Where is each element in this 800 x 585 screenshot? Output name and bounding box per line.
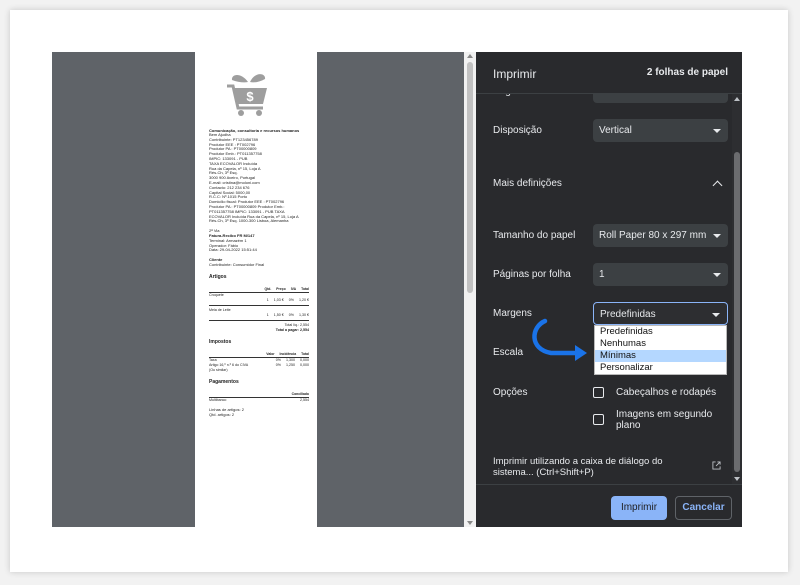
receipt-article-row: Croquete 1 1,03 € 0% 1,20 € xyxy=(209,293,309,303)
col-conciliado: Conciliado xyxy=(292,392,309,396)
payment-name: Multibanco xyxy=(209,398,226,403)
col-incidencia: Incidência xyxy=(280,352,297,356)
options-label: Opções xyxy=(493,387,527,398)
background-graphics-checkbox[interactable] xyxy=(593,414,604,425)
margins-dropdown-list: Predefinidas Nenhumas Mínimas Personaliz… xyxy=(594,325,727,375)
article-name: Meia de Leite xyxy=(209,308,231,313)
dropdown-caret-icon xyxy=(713,273,721,277)
col-qty: Qtd. xyxy=(265,287,272,291)
margins-option-none[interactable]: Nenhumas xyxy=(595,338,726,350)
paper-size-select[interactable]: Roll Paper 80 x 297 mm xyxy=(593,224,728,247)
dropdown-caret-icon xyxy=(713,234,721,238)
background-graphics-label[interactable]: Imagens em segundo plano xyxy=(616,409,721,431)
article-price: 1,50 € xyxy=(274,313,284,318)
receipt-tax-row: Artigo 16,º n.º 6 do CIVA (Ou similar) 0… xyxy=(209,363,309,373)
pages-per-sheet-label: Páginas por folha xyxy=(493,269,571,280)
col-total: Total xyxy=(301,352,309,356)
receipt-footer-line: Qtd. artigos: 2 xyxy=(209,413,309,418)
cancel-button[interactable]: Cancelar xyxy=(675,496,732,520)
pages-per-sheet-select-value: 1 xyxy=(599,269,605,280)
svg-text:$: $ xyxy=(246,89,254,104)
chevron-up-icon[interactable] xyxy=(713,181,723,191)
dialog-footer: Imprimir Cancelar xyxy=(476,484,742,527)
article-qty: 1 xyxy=(267,298,269,303)
article-iva: 0% xyxy=(289,313,294,318)
article-iva: 0% xyxy=(289,298,294,303)
dialog-header: Imprimir 2 folhas de papel xyxy=(476,52,742,94)
cart-logo-icon: $ xyxy=(223,68,273,118)
receipt-client-value: Contribuinte: Consumidor Final xyxy=(209,263,309,268)
article-name: Croquete xyxy=(209,293,224,298)
receipt-page: $ Comunicação, consultoria e recursos hu… xyxy=(195,52,317,527)
tax-inc: 1,250 xyxy=(286,363,295,373)
receipt-meta-lines: Terminal: Armazém 1Operador: FábioData: … xyxy=(209,239,309,253)
preview-scrollbar[interactable] xyxy=(464,52,476,527)
scale-label: Escala xyxy=(493,347,523,358)
receipt-header-lines: Bem AjudhaContribuinte: PT123456789Produ… xyxy=(209,133,309,224)
receipt-articles-title: Artigos xyxy=(209,274,309,280)
scrollbar-thumb[interactable] xyxy=(467,62,473,293)
col-valor: Valor xyxy=(266,352,274,356)
margins-select[interactable]: Predefinidas xyxy=(593,302,728,325)
print-settings-panel: Imprimir 2 folhas de papel Páginas Tudo … xyxy=(476,52,742,527)
margins-option-minimum[interactable]: Mínimas xyxy=(595,350,726,362)
paper-size-select-value: Roll Paper 80 x 297 mm xyxy=(599,230,706,241)
tax-name: Artigo 16,º n.º 6 do CIVA (Ou similar) xyxy=(209,363,254,373)
dropdown-caret-icon xyxy=(713,129,721,133)
print-button[interactable]: Imprimir xyxy=(611,496,667,520)
receipt-payments-header: Conciliado xyxy=(209,389,309,398)
col-iva: IVA xyxy=(291,287,296,291)
sheet-count: 2 folhas de papel xyxy=(647,67,728,78)
headers-footers-checkbox[interactable] xyxy=(593,387,604,398)
tax-total: 0,000 xyxy=(300,363,309,373)
more-settings-toggle[interactable]: Mais definições xyxy=(493,178,562,189)
receipt-taxes-header: Valor Incidência Total xyxy=(209,349,309,358)
layout-label: Disposição xyxy=(493,125,542,136)
scroll-down-icon[interactable] xyxy=(467,521,473,525)
tax-pct: 0% xyxy=(276,363,281,373)
receipt-total-pay: Total a pagar: 2,554 xyxy=(209,328,309,333)
payment-value: 2,554 xyxy=(300,398,309,403)
paper-size-label: Tamanho do papel xyxy=(493,230,575,241)
scrollbar-thumb[interactable] xyxy=(734,152,740,472)
pages-per-sheet-select[interactable]: 1 xyxy=(593,263,728,286)
layout-select[interactable]: Vertical xyxy=(593,119,728,142)
col-price: Preço xyxy=(276,287,285,291)
receipt-payments-title: Pagamentos xyxy=(209,379,309,385)
settings-scrollbar[interactable] xyxy=(732,94,742,484)
article-price: 1,03 € xyxy=(274,298,284,303)
col-total: Total xyxy=(301,287,309,291)
receipt-article-row: Meia de Leite 1 1,50 € 0% 1,30 € xyxy=(209,308,309,318)
headers-footers-label[interactable]: Cabeçalhos e rodapés xyxy=(616,387,716,398)
receipt-articles-header: Qtd. Preço IVA Total xyxy=(209,284,309,293)
scroll-down-icon[interactable] xyxy=(734,477,740,481)
scroll-up-icon[interactable] xyxy=(734,97,740,101)
external-link-icon[interactable] xyxy=(712,461,721,470)
dropdown-caret-icon xyxy=(712,313,720,317)
article-total: 1,20 € xyxy=(299,298,309,303)
scroll-up-icon[interactable] xyxy=(467,54,473,58)
system-dialog-link[interactable]: Imprimir utilizando a caixa de diálogo d… xyxy=(493,456,703,478)
margins-option-default[interactable]: Predefinidas xyxy=(595,326,726,338)
margins-select-value: Predefinidas xyxy=(600,309,656,320)
receipt-taxes-title: Impostos xyxy=(209,339,309,345)
print-preview: $ Comunicação, consultoria e recursos hu… xyxy=(52,52,464,527)
dialog-title: Imprimir xyxy=(493,67,536,81)
curved-arrow-icon xyxy=(525,315,600,365)
layout-select-value: Vertical xyxy=(599,125,632,136)
article-qty: 1 xyxy=(267,313,269,318)
article-total: 1,30 € xyxy=(299,313,309,318)
margins-option-custom[interactable]: Personalizar xyxy=(595,362,726,374)
